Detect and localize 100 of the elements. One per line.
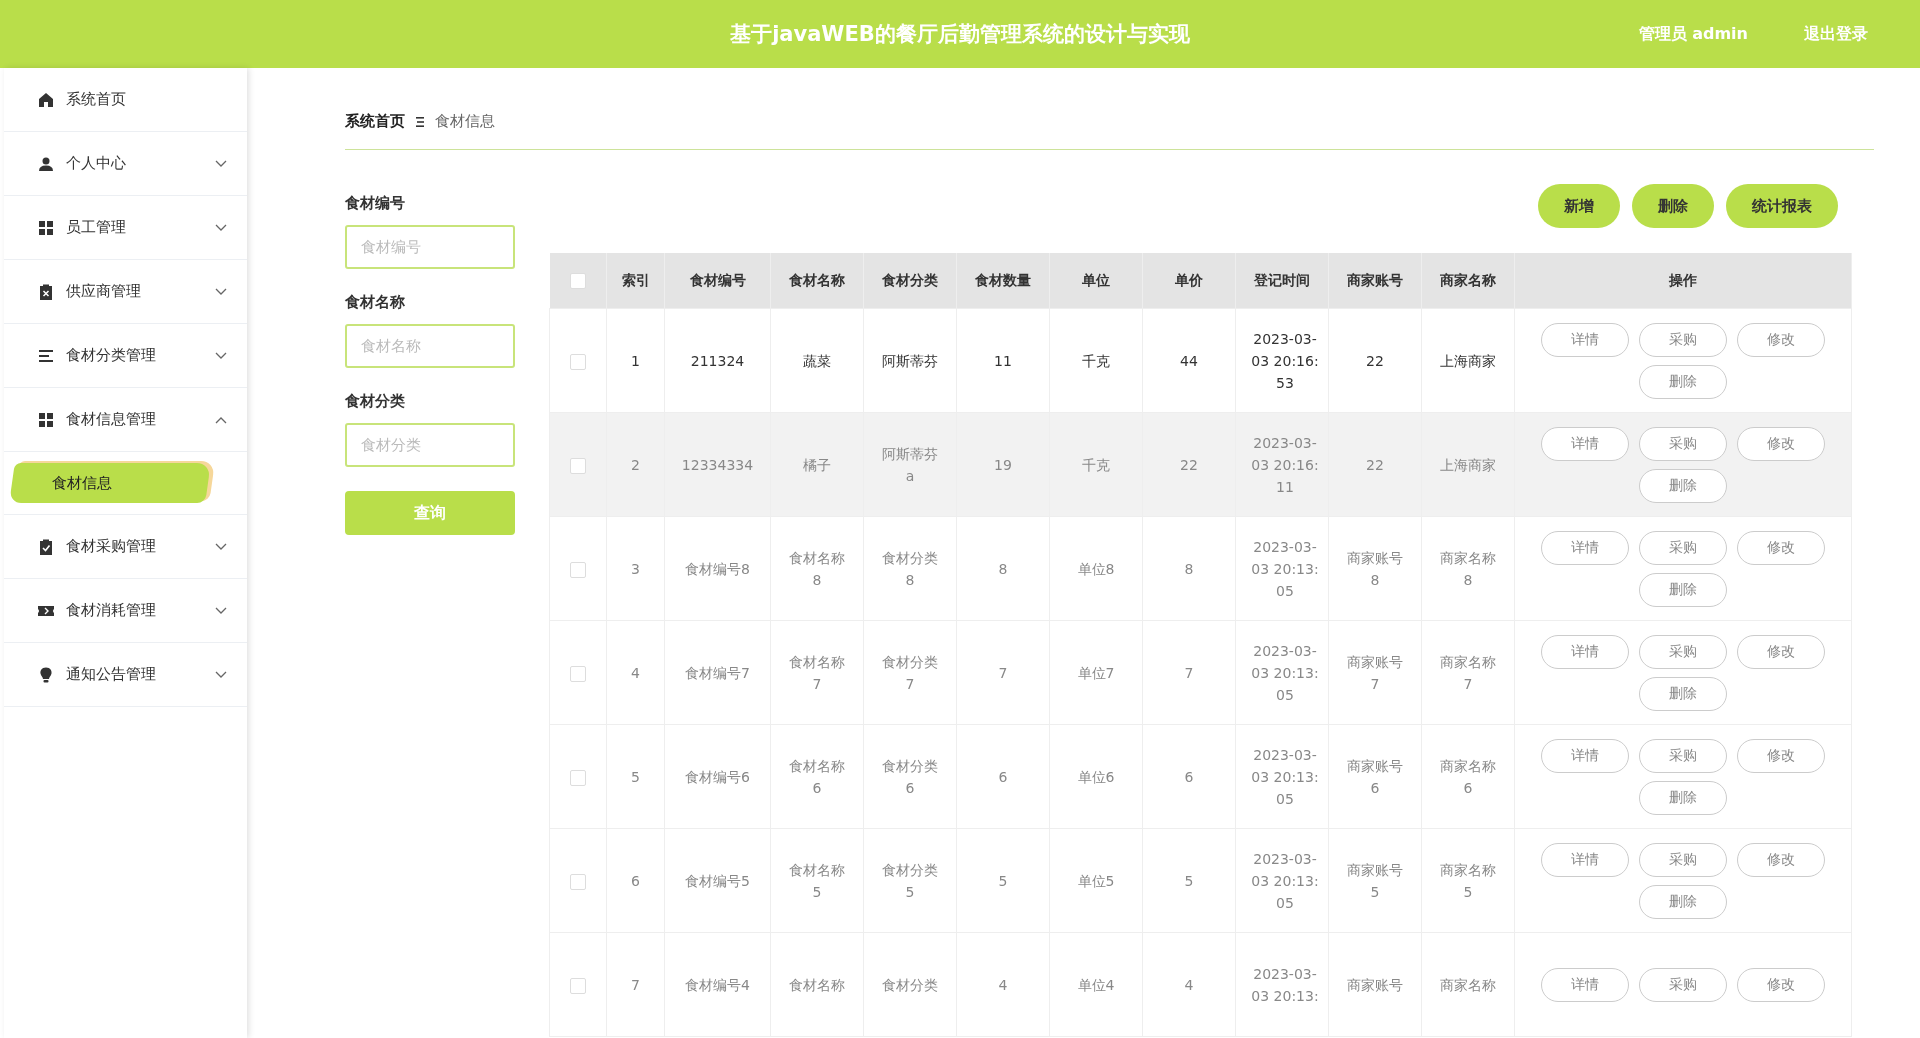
- table-cell: 8: [956, 516, 1050, 621]
- sidebar-item[interactable]: 食材采购管理: [4, 515, 247, 579]
- row-action-button[interactable]: 修改: [1737, 530, 1825, 565]
- table-cell: 6: [1142, 724, 1236, 829]
- table-cell: 7: [606, 932, 665, 1037]
- row-action-button[interactable]: 采购: [1639, 530, 1727, 565]
- row-checkbox[interactable]: [570, 665, 586, 682]
- table-cell: 阿斯蒂芬: [863, 308, 957, 413]
- table-cell: 22: [1328, 412, 1422, 517]
- sidebar-item[interactable]: 系统首页: [4, 68, 247, 132]
- table-cell: 商家账号7: [1328, 620, 1422, 725]
- row-action-button[interactable]: 删除: [1639, 572, 1727, 607]
- sidebar-item[interactable]: 个人中心: [4, 132, 247, 196]
- row-action-button[interactable]: 采购: [1639, 322, 1727, 357]
- table-cell: 1: [606, 308, 665, 413]
- row-action-button[interactable]: 删除: [1639, 780, 1727, 815]
- table-cell: 食材分类5: [863, 828, 957, 933]
- table-cell: 食材分类7: [863, 620, 957, 725]
- row-action-button[interactable]: 修改: [1737, 634, 1825, 669]
- sidebar-item[interactable]: 员工管理: [4, 196, 247, 260]
- table-cell: 商家名称7: [1421, 620, 1515, 725]
- field-label: 食材名称: [345, 293, 406, 312]
- row-action-button[interactable]: 详情: [1541, 530, 1629, 565]
- table-cell: 阿斯蒂芬a: [863, 412, 957, 517]
- action-button[interactable]: 新增: [1538, 184, 1620, 228]
- table-cell: 食材分类8: [863, 516, 957, 621]
- column-header: 商家账号: [1328, 253, 1422, 309]
- row-action-button[interactable]: 删除: [1639, 364, 1727, 399]
- row-action-button[interactable]: 修改: [1737, 322, 1825, 357]
- table-cell: 上海商家: [1421, 412, 1515, 517]
- field-label: 食材编号: [345, 194, 406, 213]
- row-checkbox[interactable]: [570, 353, 586, 370]
- column-header: 食材数量: [956, 253, 1050, 309]
- table-cell: 商家账号5: [1328, 828, 1422, 933]
- row-action-button[interactable]: 详情: [1541, 738, 1629, 773]
- sidebar-item[interactable]: 食材分类管理: [4, 324, 247, 388]
- table-cell: 4: [956, 932, 1050, 1037]
- sidebar-item[interactable]: 供应商管理: [4, 260, 247, 324]
- row-checkbox[interactable]: [570, 873, 586, 890]
- table-cell: 单位8: [1049, 516, 1143, 621]
- row-action-button[interactable]: 修改: [1737, 842, 1825, 877]
- table-cell: 12334334: [664, 412, 771, 517]
- row-checkbox[interactable]: [570, 977, 586, 994]
- row-checkbox[interactable]: [570, 561, 586, 578]
- column-header: 登记时间: [1235, 253, 1329, 309]
- table-cell: 2023-03-03 20:16:11: [1235, 412, 1329, 517]
- table-cell: 食材分类: [863, 932, 957, 1037]
- separator-icon: [415, 115, 425, 128]
- table-cell: 食材名称7: [770, 620, 864, 725]
- table-cell: 食材编号4: [664, 932, 771, 1037]
- row-action-button[interactable]: 详情: [1541, 967, 1629, 1002]
- row-action-button[interactable]: 详情: [1541, 426, 1629, 461]
- row-action-button[interactable]: 采购: [1639, 842, 1727, 877]
- breadcrumb-item[interactable]: 系统首页: [345, 112, 405, 131]
- table-cell: 7: [956, 620, 1050, 725]
- table-cell: 上海商家: [1421, 308, 1515, 413]
- table-cell: 5: [1142, 828, 1236, 933]
- sidebar-item[interactable]: 通知公告管理: [4, 643, 247, 707]
- row-action-button[interactable]: 采购: [1639, 967, 1727, 1002]
- row-checkbox[interactable]: [570, 457, 586, 474]
- sidebar-item[interactable]: 食材消耗管理: [4, 579, 247, 643]
- table-cell: 橘子: [770, 412, 864, 517]
- row-action-button[interactable]: 修改: [1737, 738, 1825, 773]
- table-cell: 211324: [664, 308, 771, 413]
- action-button[interactable]: 统计报表: [1726, 184, 1838, 228]
- row-action-button[interactable]: 修改: [1737, 426, 1825, 461]
- search-field[interactable]: 食材分类: [345, 423, 515, 467]
- row-checkbox[interactable]: [570, 769, 586, 786]
- row-action-button[interactable]: 删除: [1639, 468, 1727, 503]
- sidebar-item[interactable]: 食材信息管理: [4, 388, 247, 452]
- column-header: 索引: [606, 253, 665, 309]
- list-icon: [38, 347, 54, 364]
- search-field[interactable]: 食材编号: [345, 225, 515, 269]
- action-button[interactable]: 删除: [1632, 184, 1714, 228]
- table-cell: 商家名称6: [1421, 724, 1515, 829]
- row-action-button[interactable]: 详情: [1541, 634, 1629, 669]
- table-cell: 7: [1142, 620, 1236, 725]
- table-cell: 6: [606, 828, 665, 933]
- select-all-checkbox[interactable]: [569, 273, 586, 289]
- row-action-button[interactable]: 删除: [1639, 676, 1727, 711]
- table-cell: 5: [956, 828, 1050, 933]
- table-cell: 商家名称5: [1421, 828, 1515, 933]
- table-cell: 食材编号6: [664, 724, 771, 829]
- table-cell: 商家账号6: [1328, 724, 1422, 829]
- table-cell: 22: [1328, 308, 1422, 413]
- column-header: 单位: [1049, 253, 1143, 309]
- row-action-button[interactable]: 详情: [1541, 842, 1629, 877]
- sidebar-subitem[interactable]: 食材信息: [9, 463, 211, 503]
- row-action-button[interactable]: 详情: [1541, 322, 1629, 357]
- table-cell: 食材编号7: [664, 620, 771, 725]
- row-action-button[interactable]: 修改: [1737, 967, 1825, 1002]
- row-action-button[interactable]: 采购: [1639, 426, 1727, 461]
- table-cell: 千克: [1049, 308, 1143, 413]
- search-field[interactable]: 食材名称: [345, 324, 515, 368]
- row-action-button[interactable]: 采购: [1639, 738, 1727, 773]
- lightbulb-icon: [38, 666, 54, 683]
- table-cell: 单位7: [1049, 620, 1143, 725]
- row-action-button[interactable]: 删除: [1639, 884, 1727, 919]
- row-action-button[interactable]: 采购: [1639, 634, 1727, 669]
- table-cell: 蔬菜: [770, 308, 864, 413]
